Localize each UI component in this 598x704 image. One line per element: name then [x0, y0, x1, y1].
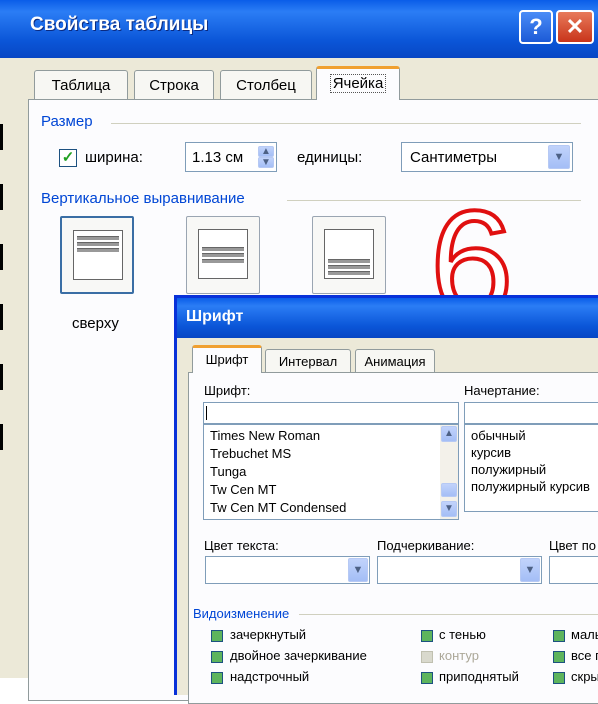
text-color-label: Цвет текста:: [204, 538, 279, 553]
width-checkbox[interactable]: ✓: [59, 149, 77, 167]
spin-up-icon[interactable]: ▲: [258, 146, 274, 157]
tab-label: Таблица: [51, 77, 111, 94]
tab-spacing[interactable]: Интервал: [265, 349, 351, 373]
effects-group-label: Видоизменение: [193, 606, 290, 621]
chevron-down-icon[interactable]: ▼: [348, 558, 368, 582]
shadow-label: с тенью: [439, 627, 486, 642]
strikethrough-checkbox[interactable]: [211, 630, 223, 642]
underline-dropdown[interactable]: ▼: [377, 556, 542, 584]
title-bar[interactable]: Свойства таблицы ? ✕: [0, 0, 598, 58]
raised-label: приподнятый: [439, 669, 519, 684]
scroll-up-icon[interactable]: ▲: [441, 426, 457, 442]
font-input[interactable]: [203, 402, 459, 424]
underline-color-dropdown[interactable]: [549, 556, 598, 584]
tab-label: Ячейка: [329, 74, 387, 93]
tab-label: Анимация: [364, 354, 426, 369]
scroll-thumb[interactable]: [441, 483, 457, 497]
close-icon: ✕: [565, 14, 585, 39]
raised-checkbox[interactable]: [421, 672, 433, 684]
style-list-items: обычный курсив полужирный полужирный кур…: [471, 427, 590, 495]
chevron-down-icon[interactable]: ▼: [548, 145, 570, 169]
valign-top-label: сверху: [72, 315, 119, 332]
superscript-label: надстрочный: [230, 669, 310, 684]
valign-top-button[interactable]: [60, 216, 134, 294]
double-strikethrough-label: двойное зачеркивание: [230, 648, 367, 663]
title-bar[interactable]: Шрифт: [177, 298, 598, 338]
tab-label: Столбец: [236, 77, 296, 94]
list-item[interactable]: курсив: [471, 444, 590, 461]
text-color-dropdown[interactable]: ▼: [205, 556, 370, 584]
dialog-title: Шрифт: [186, 308, 244, 325]
small-caps-label: малы: [571, 627, 598, 642]
double-strikethrough-checkbox[interactable]: [211, 651, 223, 663]
close-button[interactable]: ✕: [556, 10, 594, 44]
style-list[interactable]: обычный курсив полужирный полужирный кур…: [464, 424, 598, 512]
width-label: ширина:: [85, 149, 143, 166]
style-input[interactable]: [464, 402, 598, 424]
tab-column[interactable]: Столбец: [220, 70, 312, 100]
units-value: Сантиметры: [410, 149, 498, 166]
chevron-down-icon[interactable]: ▼: [520, 558, 540, 582]
dialog-title: Свойства таблицы: [30, 14, 209, 35]
all-caps-checkbox[interactable]: [553, 651, 565, 663]
list-item[interactable]: Trebuchet MS: [210, 445, 346, 463]
strikethrough-label: зачеркнутый: [230, 627, 307, 642]
outline-label: контур: [439, 648, 479, 663]
group-divider: [299, 614, 598, 615]
hidden-checkbox[interactable]: [553, 672, 565, 684]
valign-bottom-button[interactable]: [312, 216, 386, 294]
units-label: единицы:: [297, 149, 363, 166]
list-item[interactable]: Tw Cen MT Condensed: [210, 499, 346, 517]
hidden-label: скры: [571, 669, 598, 684]
style-label: Начертание:: [464, 383, 540, 398]
superscript-checkbox[interactable]: [211, 672, 223, 684]
list-item[interactable]: Tw Cen MT: [210, 481, 346, 499]
list-item[interactable]: обычный: [471, 427, 590, 444]
list-item[interactable]: полужирный курсив: [471, 478, 590, 495]
tab-cell[interactable]: Ячейка: [316, 66, 400, 100]
tab-label: Интервал: [278, 354, 338, 369]
font-list-items: Times New Roman Trebuchet MS Tunga Tw Ce…: [210, 427, 346, 517]
help-icon: ?: [529, 14, 543, 39]
font-dialog: Шрифт Шрифт Интервал Анимация Шрифт: Нач…: [174, 295, 598, 704]
help-button[interactable]: ?: [519, 10, 553, 44]
width-spin-field[interactable]: 1.13 см ▲ ▼: [185, 142, 277, 172]
tab-animation[interactable]: Анимация: [355, 349, 435, 373]
tab-row[interactable]: Строка: [134, 70, 214, 100]
units-dropdown[interactable]: Сантиметры ▼: [401, 142, 573, 172]
tab-label: Строка: [149, 77, 199, 94]
all-caps-label: все п: [571, 648, 598, 663]
shadow-checkbox[interactable]: [421, 630, 433, 642]
underline-color-label: Цвет по: [549, 538, 597, 553]
align-bottom-icon: [324, 229, 374, 279]
align-center-icon: [198, 229, 248, 279]
group-divider: [111, 123, 581, 124]
font-list-scrollbar[interactable]: ▲ ▼: [440, 425, 458, 519]
align-top-icon: [73, 230, 123, 280]
tab-label: Шрифт: [205, 352, 249, 367]
width-value: 1.13 см: [192, 149, 244, 166]
valign-group-label: Вертикальное выравнивание: [41, 190, 245, 207]
small-caps-checkbox[interactable]: [553, 630, 565, 642]
text-cursor: [206, 406, 207, 420]
list-item[interactable]: Times New Roman: [210, 427, 346, 445]
tab-table[interactable]: Таблица: [34, 70, 128, 100]
background-edge-marks: [0, 124, 3, 454]
spin-down-icon[interactable]: ▼: [258, 157, 274, 168]
valign-center-button[interactable]: [186, 216, 260, 294]
list-item[interactable]: полужирный: [471, 461, 590, 478]
font-list[interactable]: Times New Roman Trebuchet MS Tunga Tw Ce…: [203, 424, 459, 520]
font-label: Шрифт:: [204, 383, 251, 398]
scroll-down-icon[interactable]: ▼: [441, 501, 457, 517]
size-group-label: Размер: [41, 113, 93, 130]
list-item[interactable]: Tunga: [210, 463, 346, 481]
tab-font[interactable]: Шрифт: [192, 345, 262, 373]
underline-label: Подчеркивание:: [377, 538, 475, 553]
font-tab-panel: Шрифт: Начертание: Times New Roman Trebu…: [188, 372, 598, 704]
outline-checkbox[interactable]: [421, 651, 433, 663]
